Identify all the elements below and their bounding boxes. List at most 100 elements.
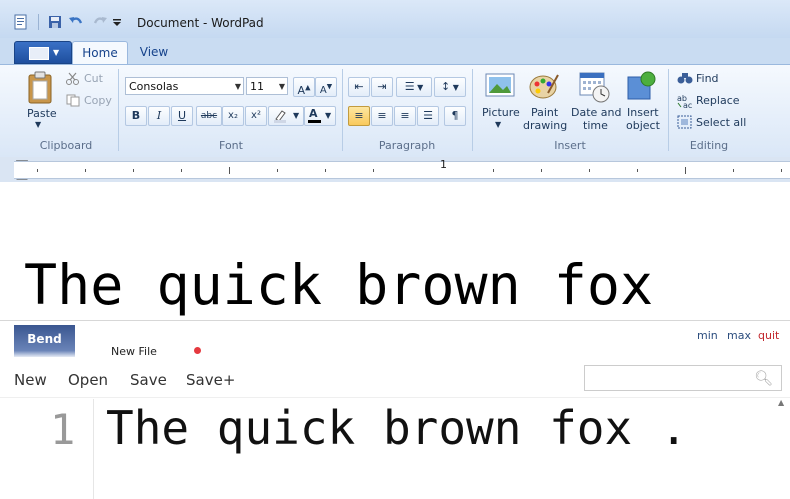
chevron-down-icon: ▼	[414, 83, 424, 92]
editor-line-text[interactable]: The quick brown fox .	[106, 401, 688, 455]
menu-new[interactable]: New	[14, 371, 47, 389]
italic-button[interactable]: I	[148, 106, 170, 126]
insert-object-label-line2[interactable]: object	[626, 119, 660, 132]
increase-indent-button[interactable]: ⇥	[371, 77, 393, 97]
undo-icon[interactable]	[68, 14, 84, 30]
maximize-button[interactable]: max	[727, 329, 751, 342]
replace-icon[interactable]: abac	[677, 93, 693, 109]
line-spacing-icon: ↕	[441, 80, 451, 93]
increase-indent-icon: ⇥	[377, 80, 387, 93]
chevron-down-icon: ▼	[278, 82, 285, 91]
align-left-icon: ≡	[354, 109, 364, 122]
picture-button[interactable]: Picture	[482, 106, 520, 119]
redo-icon[interactable]	[92, 14, 108, 30]
application-menu-button[interactable]: ▼	[14, 41, 72, 64]
ribbon: Paste ▼ Cut Copy Clipboard Consolas ▼ 11…	[0, 64, 790, 158]
picture-icon[interactable]	[485, 72, 515, 100]
search-icon[interactable]: 🔍︎	[754, 369, 773, 387]
chevron-down-icon: ▼	[234, 82, 241, 91]
ruler-number: 1	[440, 158, 447, 171]
align-right-button[interactable]: ≡	[394, 106, 416, 126]
find-binoculars-icon[interactable]	[677, 71, 693, 85]
paragraph-group-label: Paragraph	[378, 139, 436, 152]
menu-save-plus[interactable]: Save+	[186, 371, 235, 389]
tab-home[interactable]: Home	[72, 41, 128, 64]
decrease-indent-icon: ⇤	[354, 80, 364, 93]
superscript-button[interactable]: x²	[245, 106, 267, 126]
align-center-icon: ≡	[377, 109, 387, 122]
align-left-button[interactable]: ≡	[348, 106, 370, 126]
paragraph-icon: ¶	[451, 109, 459, 122]
ruler-strip	[14, 161, 790, 179]
picture-dropdown-icon[interactable]: ▼	[495, 120, 501, 129]
paragraph-settings-button[interactable]: ¶	[444, 106, 466, 126]
chevron-down-icon: ▼	[450, 83, 459, 92]
shrink-font-icon: A▼	[319, 83, 333, 97]
minimize-button[interactable]: min	[697, 329, 718, 342]
select-all-button[interactable]: Select all	[696, 116, 746, 129]
title-bar: Document - WordPad	[0, 0, 790, 38]
paste-icon[interactable]	[26, 71, 56, 105]
menu-save[interactable]: Save	[130, 371, 167, 389]
paint-palette-icon[interactable]	[528, 71, 560, 101]
strikethrough-button[interactable]: abc	[196, 106, 222, 126]
chevron-down-icon: ▼	[325, 111, 332, 120]
insert-object-label-line1[interactable]: Insert	[627, 106, 659, 119]
customize-qat-icon[interactable]	[112, 14, 122, 30]
copy-button[interactable]: Copy	[84, 94, 112, 107]
text-color-button[interactable]: A ▼	[304, 106, 336, 126]
insert-object-icon[interactable]	[626, 71, 656, 101]
tab-view[interactable]: View	[130, 41, 178, 63]
save-icon[interactable]	[48, 14, 62, 30]
svg-text:ac: ac	[683, 101, 692, 109]
quit-button[interactable]: quit	[758, 329, 779, 342]
cut-button[interactable]: Cut	[84, 72, 103, 85]
ribbon-tab-row: ▼ Home View	[0, 38, 790, 64]
align-center-button[interactable]: ≡	[371, 106, 393, 126]
search-input[interactable]: 🔍︎	[584, 365, 782, 391]
bullets-button[interactable]: ☰ ▼	[396, 77, 432, 97]
wordpad-document-area[interactable]: The quick brown fox	[0, 182, 790, 320]
menu-open[interactable]: Open	[68, 371, 108, 389]
line-number: 1	[50, 405, 76, 454]
scroll-up-arrow-icon[interactable]: ▲	[778, 398, 784, 407]
highlighter-icon	[274, 110, 286, 123]
underline-button[interactable]: U	[171, 106, 193, 126]
find-button[interactable]: Find	[696, 72, 719, 85]
file-tab-new-file[interactable]: New File	[111, 345, 157, 358]
justify-icon: ☰	[423, 109, 433, 122]
justify-button[interactable]: ☰	[417, 106, 439, 126]
paint-drawing-label-line2[interactable]: drawing	[523, 119, 567, 132]
bold-button[interactable]: B	[125, 106, 147, 126]
text-color-swatch	[308, 120, 321, 123]
copy-icon[interactable]	[66, 94, 80, 107]
document-text[interactable]: The quick brown fox	[24, 252, 653, 318]
chevron-down-icon: ▼	[53, 48, 60, 57]
unsaved-indicator-dot	[194, 347, 201, 354]
subscript-button[interactable]: x₂	[222, 106, 244, 126]
line-spacing-button[interactable]: ↕ ▼	[434, 77, 466, 97]
decrease-indent-button[interactable]: ⇤	[348, 77, 370, 97]
grow-font-button[interactable]: A▲	[293, 77, 315, 97]
wordpad-app-icon[interactable]	[14, 14, 28, 30]
font-family-select[interactable]: Consolas ▼	[125, 77, 244, 95]
cut-icon[interactable]	[66, 72, 80, 85]
font-size-select[interactable]: 11 ▼	[246, 77, 288, 95]
window-title: Document - WordPad	[137, 16, 264, 30]
date-time-label-line2[interactable]: time	[583, 119, 608, 132]
ruler[interactable]: 1	[0, 157, 790, 182]
date-time-label-line1[interactable]: Date and	[571, 106, 621, 119]
shrink-font-button[interactable]: A▼	[315, 77, 337, 97]
calendar-clock-icon[interactable]	[578, 71, 610, 103]
font-group-label: Font	[219, 139, 243, 152]
grow-font-icon: A▲	[297, 83, 311, 97]
editing-group-label: Editing	[689, 139, 729, 152]
select-all-icon[interactable]	[677, 115, 692, 129]
paste-dropdown-icon[interactable]: ▼	[35, 120, 41, 129]
chevron-down-icon: ▼	[293, 111, 300, 120]
highlight-color-button[interactable]: ▼	[268, 106, 304, 126]
paint-drawing-label-line1[interactable]: Paint	[531, 106, 558, 119]
insert-group-label: Insert	[554, 139, 586, 152]
paste-button[interactable]: Paste	[27, 107, 57, 120]
replace-button[interactable]: Replace	[696, 94, 740, 107]
